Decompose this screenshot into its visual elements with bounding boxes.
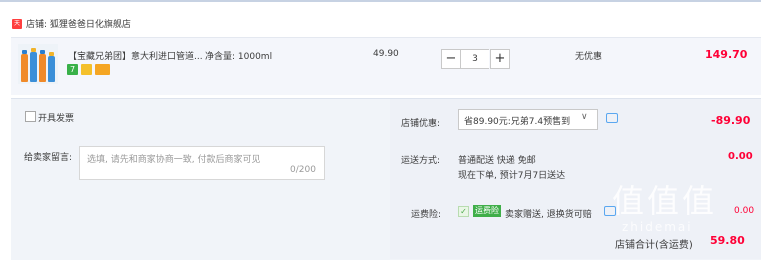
bottle-icon — [30, 48, 37, 82]
shop-coupon-amount: -89.90 — [711, 114, 751, 127]
shipping-label: 运送方式: — [401, 156, 441, 166]
item-subtotal: 149.70 — [705, 48, 748, 61]
shipping-insurance-amount: 0.00 — [734, 206, 755, 216]
watermark: 值值值 — [612, 182, 718, 220]
product-spec: 净含量: 1000ml — [205, 52, 273, 62]
shop-total-label: 店铺合计(含运费) — [615, 240, 693, 251]
product-title-link[interactable]: 【宝藏兄弟团】意大利进口管道... — [68, 49, 203, 62]
invoice-checkbox[interactable] — [25, 111, 36, 122]
quantity-input[interactable]: 3 — [461, 49, 489, 69]
shipping-eta: 现在下单, 预计7月7日送达 — [458, 171, 566, 181]
seven-day-return-icon: 7 — [67, 64, 78, 75]
shop-total-amount: 59.80 — [710, 234, 745, 247]
tmall-shop-icon: 天猫 — [12, 19, 22, 37]
shop-coupon-selected[interactable]: 省89.90元:兄弟7.4预售到 — [464, 114, 570, 127]
seller-message-placeholder: 选填, 请先和商家协商一致, 付款后商家可见 — [87, 155, 261, 165]
seller-message-count: 0/200 — [290, 165, 316, 175]
shop-name-link[interactable]: 店铺: 狐狸爸爸日化旗舰店 — [26, 17, 131, 30]
bottle-icon — [21, 50, 28, 82]
quantity-minus-button[interactable]: − — [441, 49, 461, 69]
shipping-insurance-tag: 运费险 — [473, 205, 501, 217]
item-promo-status: 无优惠 — [575, 52, 603, 62]
bottle-icon — [39, 50, 46, 82]
seller-message-label: 给卖家留言: — [24, 153, 73, 163]
shipping-insurance-checkbox[interactable]: ✓ — [458, 206, 469, 217]
shop-coupon-label: 店铺优惠: — [401, 119, 441, 129]
chat-bubble-icon[interactable] — [606, 113, 618, 123]
chevron-down-icon[interactable]: ∨ — [581, 112, 588, 122]
quantity-plus-button[interactable]: + — [490, 49, 510, 69]
shipping-method: 普通配送 快递 免邮 — [458, 156, 536, 166]
watermark-sub: zhidemai — [622, 220, 693, 234]
product-thumbnail[interactable] — [18, 44, 58, 84]
bottle-icon — [48, 52, 55, 82]
shipping-insurance-desc: 卖家赠送, 退换货可赔 — [505, 210, 592, 220]
order-item-row — [11, 37, 761, 95]
guarantee-icon — [81, 64, 92, 75]
top-divider — [0, 0, 761, 2]
unit-price: 49.90 — [373, 49, 399, 59]
shipping-insurance-label: 运费险: — [411, 210, 442, 220]
invoice-label[interactable]: 开具发票 — [38, 111, 74, 124]
shipping-amount: 0.00 — [728, 151, 753, 162]
credit-card-icon — [95, 64, 110, 75]
